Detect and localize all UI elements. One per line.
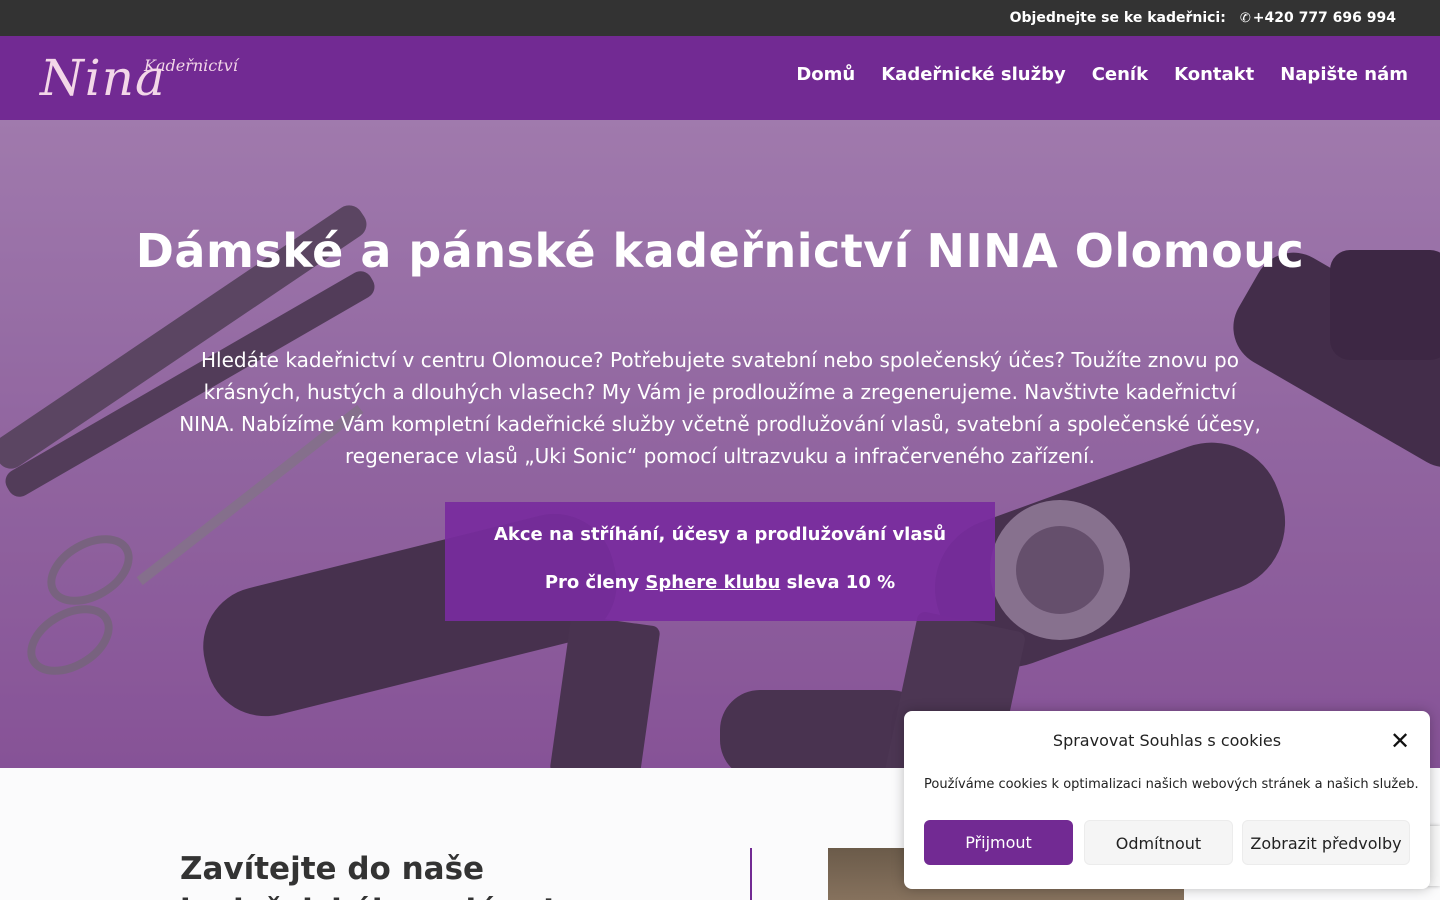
close-icon[interactable]: ✕ [1388,729,1412,753]
booking-label: Objednejte se ke kadeřnici: [1009,10,1226,26]
promo-suffix: sleva 10 % [780,572,896,593]
sphere-club-link[interactable]: Sphere klubu [645,572,780,593]
nav-item-home[interactable]: Domů [796,64,855,85]
about-title: Zavítejte do naše kadeřnického salónu! [180,851,556,900]
accept-cookies-button[interactable]: Přijmout [924,820,1073,865]
site-logo[interactable]: Nina Kadeřnictví [40,50,250,112]
hero-section: Dámské a pánské kadeřnictví NINA Olomouc… [0,120,1440,768]
main-nav: Domů Kadeřnické služby Ceník Kontakt Nap… [796,64,1408,85]
cookie-text: Používáme cookies k optimalizaci našich … [924,777,1419,792]
promo-prefix: Pro členy [544,572,646,593]
phone-link[interactable]: ✆ +420 777 696 994 [1240,10,1396,26]
hero-title: Dámské a pánské kadeřnictví NINA Olomouc [135,224,1305,278]
logo-subtitle: Kadeřnictví [144,56,238,75]
promo-box: Akce na stříhání, účesy a prodlužování v… [445,502,995,621]
nav-item-contact[interactable]: Kontakt [1174,64,1254,85]
nav-item-pricing[interactable]: Ceník [1092,64,1148,85]
cookie-preferences-button[interactable]: Zobrazit předvolby [1242,820,1410,865]
promo-headline: Akce na stříhání, účesy a prodlužování v… [493,524,947,545]
phone-icon: ✆ [1239,10,1251,26]
nav-item-write-us[interactable]: Napište nám [1280,64,1408,85]
section-divider [750,848,752,900]
nav-item-services[interactable]: Kadeřnické služby [881,64,1065,85]
phone-number: +420 777 696 994 [1252,10,1396,26]
hero-description: Hledáte kadeřnictví v centru Olomouce? P… [179,348,1261,468]
cookie-consent-dialog: Spravovat Souhlas s cookies ✕ Používáme … [904,711,1430,889]
cookie-title: Spravovat Souhlas s cookies [1052,731,1282,750]
top-bar: Objednejte se ke kadeřnici: ✆ +420 777 6… [0,0,1440,36]
main-header: Nina Kadeřnictví Domů Kadeřnické služby … [0,36,1440,120]
booking-info: Objednejte se ke kadeřnici: ✆ +420 777 6… [1010,9,1396,27]
deny-cookies-button[interactable]: Odmítnout [1084,820,1233,865]
promo-discount: Pro členy Sphere klubu sleva 10 % [445,572,995,593]
